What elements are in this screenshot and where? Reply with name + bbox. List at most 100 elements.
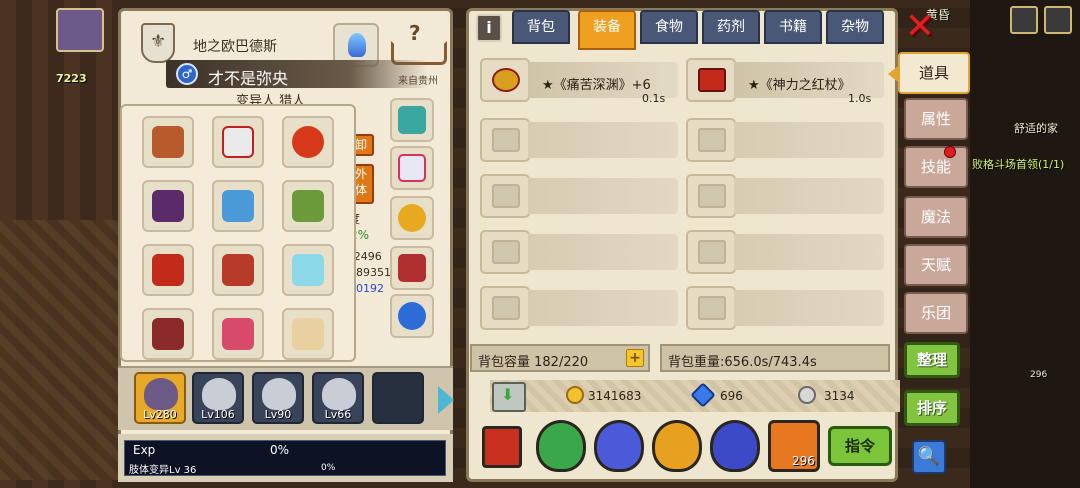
empty-row[interactable] bbox=[734, 290, 884, 326]
empty-slot[interactable] bbox=[480, 230, 530, 274]
item-slot-2[interactable] bbox=[686, 58, 736, 102]
avatar bbox=[144, 378, 178, 410]
tree-skill-icon[interactable] bbox=[536, 420, 586, 472]
organize-button[interactable]: 整理 bbox=[904, 342, 960, 378]
guild-name: 地之欧巴德斯 bbox=[193, 39, 277, 55]
empty-row[interactable] bbox=[528, 290, 678, 326]
equip-shield[interactable] bbox=[142, 308, 194, 360]
party-member-level: Lv280 bbox=[143, 408, 177, 421]
party-member-level: Lv66 bbox=[324, 408, 352, 421]
avatar bbox=[202, 378, 236, 410]
empty-row[interactable] bbox=[528, 178, 678, 214]
empty-slot[interactable] bbox=[480, 174, 530, 218]
command-button[interactable]: 指令 bbox=[828, 426, 892, 466]
download-icon[interactable] bbox=[492, 382, 526, 412]
equip-slot-amulet[interactable] bbox=[390, 294, 434, 338]
numbered-list-icon[interactable] bbox=[482, 426, 522, 468]
backpack-capacity: 背包容量 182/220 + bbox=[470, 344, 650, 372]
item-weight-1: 0.1s bbox=[642, 92, 666, 105]
equip-wing-blue[interactable] bbox=[212, 180, 264, 232]
map-icon[interactable] bbox=[1010, 6, 1038, 34]
exit-icon[interactable] bbox=[1044, 6, 1072, 34]
party-member-3[interactable]: Lv90 bbox=[252, 372, 304, 424]
side-tab-skills[interactable]: 技能 bbox=[904, 146, 968, 188]
tab-equipment[interactable]: 装备 bbox=[578, 10, 636, 50]
empty-slot[interactable] bbox=[686, 174, 736, 218]
equip-cape-dark[interactable] bbox=[142, 180, 194, 232]
equip-cloak-green[interactable] bbox=[282, 180, 334, 232]
map-quest-label[interactable]: 败格斗场首领(1/1) bbox=[972, 156, 1064, 172]
equip-hat[interactable] bbox=[142, 116, 194, 168]
party-member-1[interactable]: Lv280 bbox=[134, 372, 186, 424]
skill-label: 肢体变异Lv 36 bbox=[129, 465, 197, 476]
empty-slot[interactable] bbox=[480, 286, 530, 330]
tab-backpack[interactable]: 背包 bbox=[512, 10, 570, 44]
party-member-4[interactable]: Lv66 bbox=[312, 372, 364, 424]
side-tab-talent[interactable]: 天赋 bbox=[904, 244, 968, 286]
equip-slot-glove[interactable] bbox=[390, 146, 434, 190]
equip-slot-ring[interactable] bbox=[390, 196, 434, 240]
flame-skill-icon[interactable] bbox=[710, 420, 760, 472]
empty-row[interactable] bbox=[734, 234, 884, 270]
backpack-weight: 背包重量:656.0s/743.4s bbox=[660, 344, 890, 372]
spiral-skill-icon[interactable] bbox=[594, 420, 644, 472]
empty-slot[interactable] bbox=[686, 286, 736, 330]
equip-headphones[interactable] bbox=[212, 116, 264, 168]
empty-row[interactable] bbox=[528, 234, 678, 270]
hud-avatar[interactable] bbox=[56, 8, 104, 52]
gold-coin-icon bbox=[566, 386, 584, 404]
equip-blade[interactable] bbox=[282, 244, 334, 296]
info-icon[interactable]: i bbox=[476, 14, 502, 42]
empty-row[interactable] bbox=[528, 122, 678, 158]
empty-slot[interactable] bbox=[686, 230, 736, 274]
silver-coin-icon bbox=[798, 386, 816, 404]
tab-misc[interactable]: 杂物 bbox=[826, 10, 884, 44]
potion-count: 296 bbox=[792, 454, 815, 468]
side-tab-items[interactable]: 道具 bbox=[888, 52, 970, 94]
exp-bar: Exp 0% 肢体变异Lv 36 0% bbox=[124, 440, 446, 476]
right-map-area bbox=[970, 0, 1080, 488]
character-origin: 来自贵州 bbox=[398, 76, 438, 87]
diamond-value: 696 bbox=[720, 389, 743, 403]
sort-button[interactable]: 排序 bbox=[904, 390, 960, 426]
left-room-floor bbox=[0, 220, 118, 480]
expand-capacity-button[interactable]: + bbox=[626, 349, 644, 367]
equip-staff[interactable] bbox=[282, 308, 334, 360]
equipment-grid bbox=[120, 104, 356, 362]
close-icon[interactable]: ✕ bbox=[902, 9, 938, 46]
tab-potion[interactable]: 药剂 bbox=[702, 10, 760, 44]
item-name-1: ★《痛苦深渊》+6 bbox=[542, 78, 651, 93]
equip-sword[interactable] bbox=[212, 308, 264, 360]
empty-slot[interactable] bbox=[480, 118, 530, 162]
party-member-2[interactable]: Lv106 bbox=[192, 372, 244, 424]
equip-backpack[interactable] bbox=[212, 244, 264, 296]
empty-slot[interactable] bbox=[686, 118, 736, 162]
equip-slot-relic[interactable] bbox=[390, 98, 434, 142]
search-icon[interactable]: 🔍 bbox=[912, 440, 946, 474]
skill-percent: 0% bbox=[321, 463, 336, 473]
party-member-empty[interactable] bbox=[372, 372, 424, 424]
equip-necklace[interactable] bbox=[282, 116, 334, 168]
male-gender-icon: ♂ bbox=[176, 63, 198, 85]
item-name-2: ★《神力之红杖》 bbox=[748, 78, 851, 93]
side-tab-attributes[interactable]: 属性 bbox=[904, 98, 968, 140]
empty-row[interactable] bbox=[734, 178, 884, 214]
avatar bbox=[262, 378, 296, 410]
equip-slot-boots[interactable] bbox=[390, 246, 434, 290]
party-next-arrow-icon[interactable] bbox=[438, 386, 454, 414]
side-tab-band[interactable]: 乐团 bbox=[904, 292, 968, 334]
empty-row[interactable] bbox=[734, 122, 884, 158]
tab-food[interactable]: 食物 bbox=[640, 10, 698, 44]
notification-dot bbox=[944, 146, 956, 158]
exp-label: Exp bbox=[133, 443, 156, 457]
tab-books[interactable]: 书籍 bbox=[764, 10, 822, 44]
gold-value: 3141683 bbox=[588, 389, 642, 403]
item-slot-1[interactable] bbox=[480, 58, 530, 102]
exp-panel: Exp 0% 肢体变异Lv 36 0% bbox=[118, 434, 453, 482]
mascot-skill-icon[interactable] bbox=[652, 420, 702, 472]
map-location-label: 舒适的家 bbox=[1014, 122, 1058, 135]
side-tab-magic[interactable]: 魔法 bbox=[904, 196, 968, 238]
equip-robe-red[interactable] bbox=[142, 244, 194, 296]
party-member-level: Lv90 bbox=[264, 408, 292, 421]
capacity-text: 背包容量 182/220 bbox=[478, 355, 589, 370]
